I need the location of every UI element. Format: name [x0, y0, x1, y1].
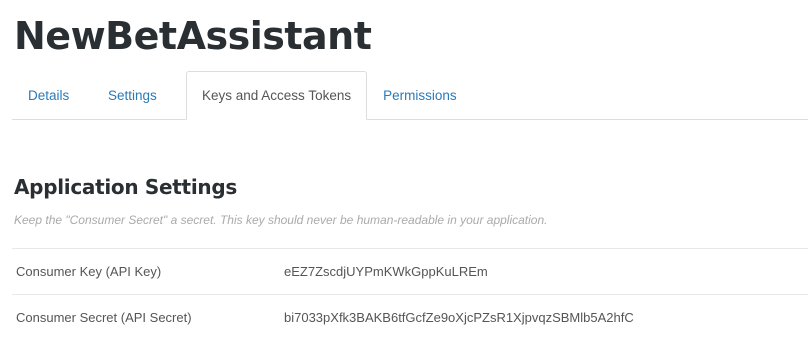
settings-table: Consumer Key (API Key) eEZ7ZscdjUYPmKWkG… — [12, 248, 808, 340]
settings-row-consumer-key: Consumer Key (API Key) eEZ7ZscdjUYPmKWkG… — [12, 249, 808, 295]
tab-settings[interactable]: Settings — [96, 71, 186, 119]
app-title: NewBetAssistant — [14, 14, 372, 58]
tab-permissions[interactable]: Permissions — [367, 71, 457, 119]
tab-bar: Details Settings Keys and Access Tokens … — [12, 71, 808, 120]
consumer-secret-label: Consumer Secret (API Secret) — [16, 310, 192, 325]
consumer-key-value: eEZ7ZscdjUYPmKWkGppKuLREm — [284, 264, 488, 279]
help-text: Keep the "Consumer Secret" a secret. Thi… — [14, 213, 548, 227]
tab-details[interactable]: Details — [12, 71, 96, 119]
tab-keys-and-access-tokens[interactable]: Keys and Access Tokens — [186, 71, 368, 120]
consumer-key-label: Consumer Key (API Key) — [16, 264, 162, 279]
settings-row-consumer-secret: Consumer Secret (API Secret) bi7033pXfk3… — [12, 295, 808, 340]
consumer-secret-value: bi7033pXfk3BAKB6tfGcfZe9oXjcPZsR1XjpvqzS… — [284, 310, 634, 325]
section-title: Application Settings — [14, 175, 237, 199]
